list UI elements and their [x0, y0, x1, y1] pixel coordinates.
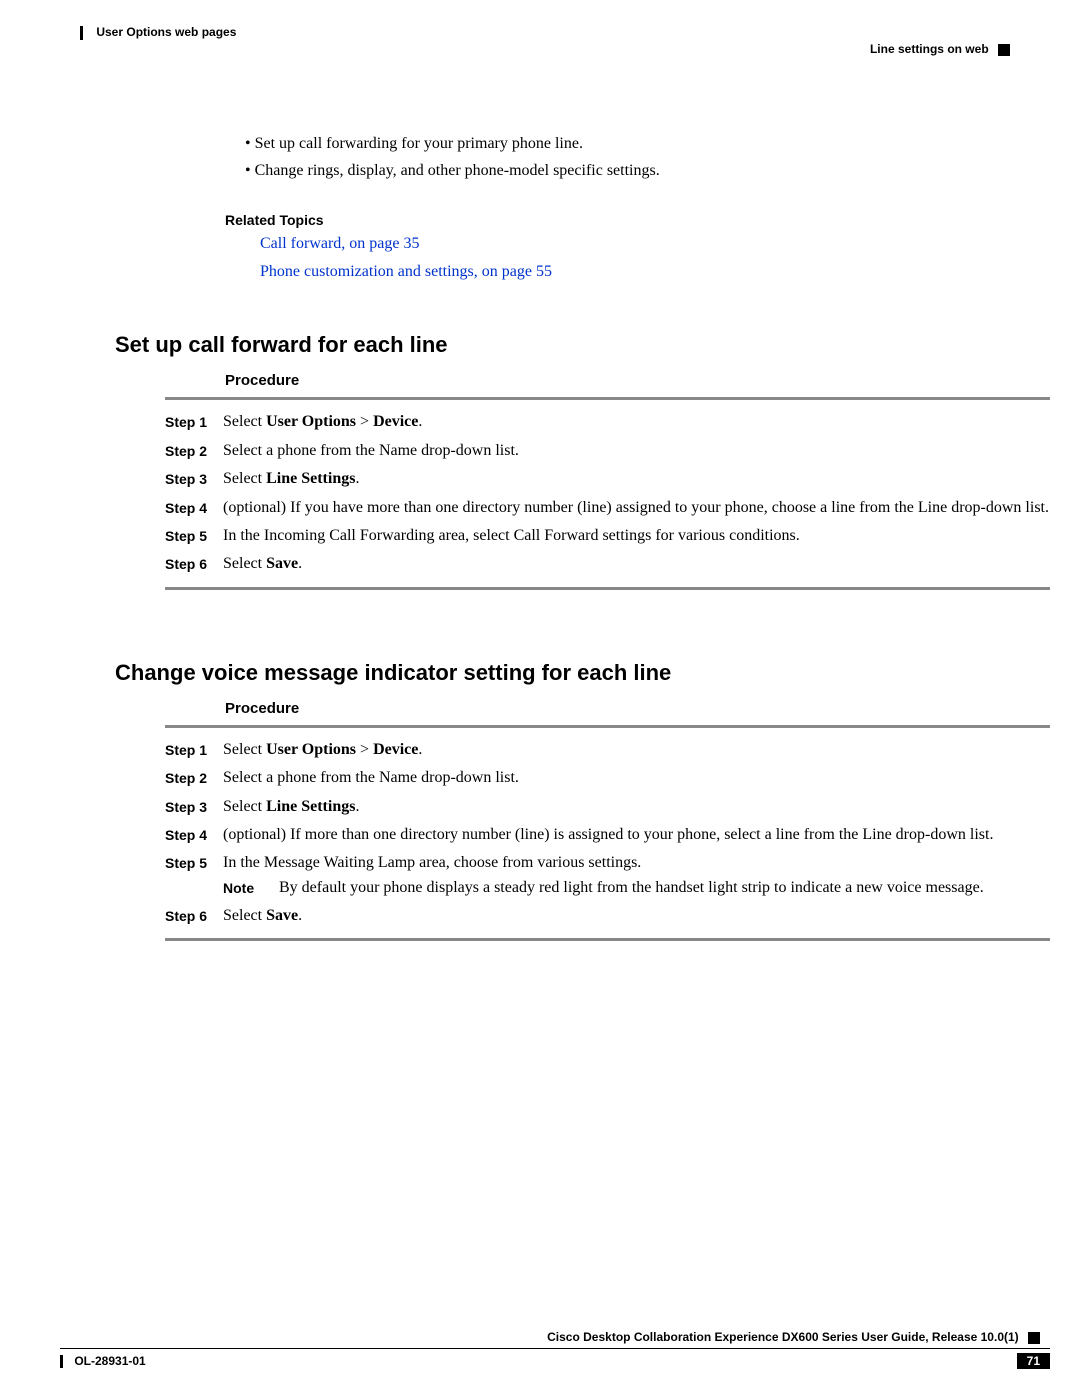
footer-bar-icon — [60, 1355, 63, 1368]
step-row: Step 5 In the Message Waiting Lamp area,… — [165, 849, 1050, 902]
step-label: Step 5 — [165, 525, 223, 547]
header-section-title: Line settings on web — [870, 42, 989, 56]
step-label: Step 1 — [165, 411, 223, 433]
procedure-steps: Step 1 Select User Options > Device. Ste… — [165, 736, 1050, 931]
step-row: Step 4 (optional) If you have more than … — [165, 494, 1050, 522]
step-label: Step 6 — [165, 553, 223, 575]
divider — [165, 938, 1050, 941]
step-body: Select User Options > Device. — [223, 411, 1050, 433]
step-row: Step 3 Select Line Settings. — [165, 793, 1050, 821]
divider — [165, 725, 1050, 728]
bullet-item: Set up call forwarding for your primary … — [245, 130, 1050, 157]
footer-rule — [60, 1348, 1050, 1349]
related-links: Call forward, on page 35 Phone customiza… — [260, 228, 1050, 284]
step-label: Step 1 — [165, 739, 223, 761]
step-label: Step 5 — [165, 852, 223, 899]
bullet-item: Change rings, display, and other phone-m… — [245, 157, 1050, 184]
footer-doc-title: Cisco Desktop Collaboration Experience D… — [60, 1330, 1040, 1344]
step-body: (optional) If you have more than one dir… — [223, 497, 1050, 519]
divider — [165, 587, 1050, 590]
step-row: Step 2 Select a phone from the Name drop… — [165, 437, 1050, 465]
step-row: Step 6 Select Save. — [165, 902, 1050, 930]
step-label: Step 4 — [165, 824, 223, 846]
step-label: Step 2 — [165, 440, 223, 462]
running-header-right: Line settings on web — [870, 42, 1010, 56]
procedure-steps: Step 1 Select User Options > Device. Ste… — [165, 408, 1050, 578]
step-label: Step 6 — [165, 905, 223, 927]
running-footer: Cisco Desktop Collaboration Experience D… — [60, 1330, 1050, 1369]
step-body: Select Save. — [223, 553, 1050, 575]
step-row: Step 5 In the Incoming Call Forwarding a… — [165, 522, 1050, 550]
divider — [165, 397, 1050, 400]
note-body: By default your phone displays a steady … — [279, 877, 1050, 899]
step-row: Step 6 Select Save. — [165, 550, 1050, 578]
footer-square-icon — [1028, 1332, 1040, 1344]
step-body: Select Line Settings. — [223, 796, 1050, 818]
step-body: Select Save. — [223, 905, 1050, 927]
step-row: Step 4 (optional) If more than one direc… — [165, 821, 1050, 849]
note-label: Note — [223, 877, 279, 899]
running-header-left: User Options web pages — [80, 25, 236, 40]
header-square-icon — [998, 44, 1010, 56]
section-title: Set up call forward for each line — [115, 332, 1050, 358]
step-body: In the Incoming Call Forwarding area, se… — [223, 525, 1050, 547]
footer-doc-id: OL-28931-01 — [60, 1354, 146, 1368]
step-row: Step 1 Select User Options > Device. — [165, 736, 1050, 764]
procedure-heading: Procedure — [225, 372, 1050, 389]
body-content: Set up call forwarding for your primary … — [115, 130, 1050, 949]
document-page: User Options web pages Line settings on … — [0, 0, 1080, 1397]
procedure-heading: Procedure — [225, 700, 1050, 717]
related-topics-heading: Related Topics — [225, 212, 1050, 228]
intro-bullets: Set up call forwarding for your primary … — [245, 130, 1050, 184]
header-bar-icon — [80, 26, 83, 40]
step-text: In the Message Waiting Lamp area, choose… — [223, 854, 641, 871]
step-row: Step 2 Select a phone from the Name drop… — [165, 764, 1050, 792]
step-body: (optional) If more than one directory nu… — [223, 824, 1050, 846]
step-body: In the Message Waiting Lamp area, choose… — [223, 852, 1050, 899]
footer-page-number: 71 — [1017, 1353, 1050, 1369]
note-row: Note By default your phone displays a st… — [223, 877, 1050, 899]
step-body: Select a phone from the Name drop-down l… — [223, 440, 1050, 462]
step-body: Select Line Settings. — [223, 468, 1050, 490]
step-label: Step 4 — [165, 497, 223, 519]
step-row: Step 3 Select Line Settings. — [165, 465, 1050, 493]
step-body: Select User Options > Device. — [223, 739, 1050, 761]
step-label: Step 2 — [165, 767, 223, 789]
header-chapter-title: User Options web pages — [96, 25, 236, 39]
step-label: Step 3 — [165, 468, 223, 490]
step-body: Select a phone from the Name drop-down l… — [223, 767, 1050, 789]
link-phone-customization[interactable]: Phone customization and settings, on pag… — [260, 260, 552, 284]
link-call-forward[interactable]: Call forward, on page 35 — [260, 232, 420, 256]
step-row: Step 1 Select User Options > Device. — [165, 408, 1050, 436]
step-label: Step 3 — [165, 796, 223, 818]
section-title: Change voice message indicator setting f… — [115, 660, 1050, 686]
